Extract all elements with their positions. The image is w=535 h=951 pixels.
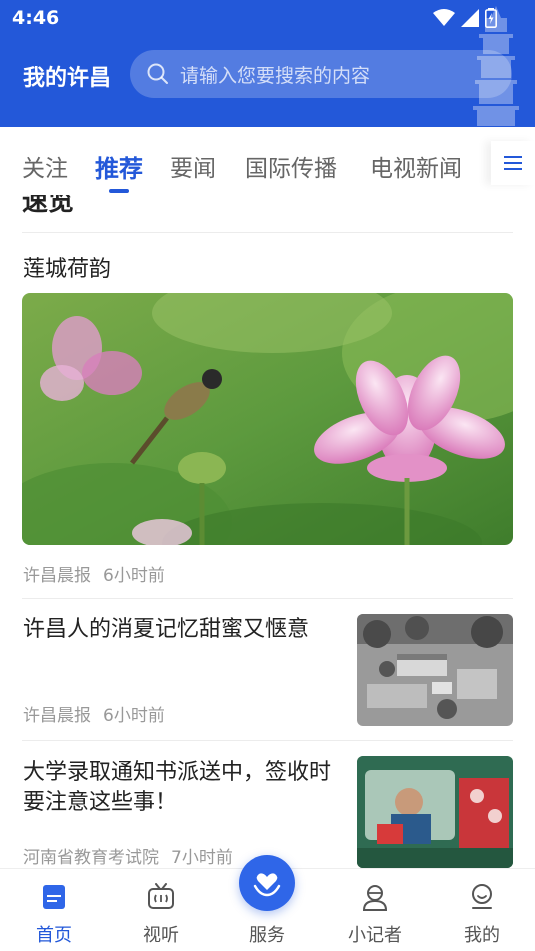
article-thumbnail[interactable] [357,756,513,868]
heart-hands-icon [253,873,281,897]
search-icon [147,63,168,84]
nav-home[interactable]: 首页 [14,869,94,951]
courier-van-photo [357,756,513,868]
menu-icon [504,156,522,170]
tv-icon [148,883,174,909]
news-feed: 速览 莲城荷韵 许昌晨报 6小时前 许昌人的消夏记忆甜蜜又惬意 许昌晨报 6小时… [0,195,535,868]
tab-international[interactable]: 国际传播 [245,149,337,183]
search-input[interactable]: 请输入您要搜索的内容 [130,50,512,98]
signal-icon [461,9,479,27]
status-time: 4:46 [12,7,60,29]
tab-follow[interactable]: 关注 [22,149,68,183]
battery-icon [485,8,497,28]
app-header: 4:46 我的许昌 请输入您要搜索的内容 [0,0,535,127]
nav-label: 服务 [249,925,285,946]
article-title[interactable]: 大学录取通知书派送中，签收时要注意这些事！ [23,758,341,818]
tab-tv-news[interactable]: 电视新闻 [370,149,462,183]
wifi-icon [433,9,455,26]
reporter-icon [362,885,388,911]
profile-icon [472,884,492,909]
status-icons [433,8,497,28]
article-time: 7小时前 [171,848,233,868]
nav-reporter[interactable]: 小记者 [335,869,415,951]
article-meta: 许昌晨报 6小时前 [23,701,165,726]
tab-headlines[interactable]: 要闻 [170,149,216,183]
channel-menu-button[interactable] [491,141,535,185]
article-title[interactable]: 许昌人的消夏记忆甜蜜又惬意 [23,615,341,645]
article-thumbnail[interactable] [357,614,513,726]
nav-video[interactable]: 视听 [121,869,201,951]
tab-recommend[interactable]: 推荐 [95,149,143,184]
nav-label: 视听 [143,925,179,946]
article-time: 6小时前 [103,566,165,586]
lotus-photo [22,293,513,545]
service-button[interactable] [239,855,295,911]
active-tab-indicator [109,189,129,193]
nav-label: 首页 [36,925,72,946]
search-placeholder: 请输入您要搜索的内容 [180,64,371,87]
home-icon [43,885,65,909]
article-meta: 河南省教育考试院 7小时前 [23,843,233,868]
section-title: 速览 [22,195,75,217]
featured-title[interactable]: 莲城荷韵 [23,251,111,283]
nav-label: 我的 [464,925,500,946]
divider [22,598,513,599]
divider [22,740,513,741]
channel-tabs: 关注 推荐 要闻 国际传播 电视新闻 [0,127,535,195]
featured-meta: 许昌晨报 6小时前 [23,561,165,586]
nav-label: 小记者 [348,925,402,946]
nav-profile[interactable]: 我的 [442,869,522,951]
article-time: 6小时前 [103,706,165,726]
aerial-photo [357,614,513,726]
divider [22,232,513,233]
article-source: 许昌晨报 [23,706,91,726]
featured-image[interactable] [22,293,513,545]
status-bar: 4:46 [0,0,535,36]
article-source: 许昌晨报 [23,566,91,586]
article-source: 河南省教育考试院 [23,848,159,868]
app-title: 我的许昌 [23,66,112,91]
